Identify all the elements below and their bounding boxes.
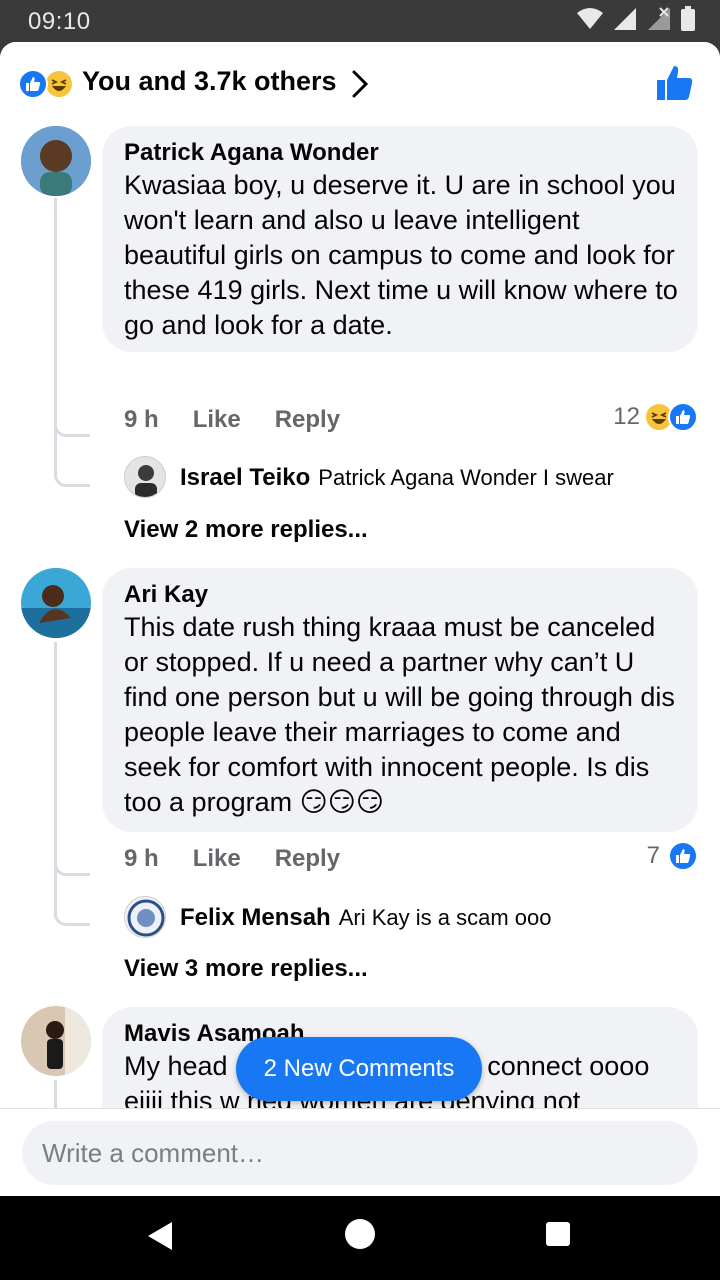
thread-branch	[54, 858, 90, 876]
battery-icon	[681, 6, 695, 31]
like-reaction-icon	[668, 402, 698, 432]
reaction-count: 7	[646, 842, 660, 869]
status-icons	[576, 6, 696, 32]
comment-reactions[interactable]: 7	[647, 841, 698, 871]
back-icon[interactable]	[146, 1220, 174, 1252]
reaction-icons	[18, 68, 78, 102]
comment-text: Kwasiaa boy, u deserve it. U are in scho…	[124, 170, 678, 340]
reply-author[interactable]: Israel Teiko	[180, 464, 310, 492]
comment-actions: 9 h Like Reply	[124, 406, 340, 434]
new-comments-button[interactable]: 2 New Comments	[236, 1037, 482, 1101]
like-button[interactable]: Like	[193, 406, 241, 434]
comment-text: This date rush thing kraaa must be cance…	[124, 612, 675, 817]
navigation-bar	[0, 1196, 720, 1280]
signal-no-data-icon	[648, 7, 670, 30]
reactions-header[interactable]: You and 3.7k others	[0, 42, 720, 126]
reaction-count: 12	[613, 403, 640, 430]
reply-button[interactable]: Reply	[275, 406, 340, 434]
comment-time: 9 h	[124, 845, 159, 872]
comments-sheet: You and 3.7k others Patrick Agana Wonder…	[0, 42, 720, 1196]
comment-reactions[interactable]: 12	[613, 402, 698, 432]
comments-feed[interactable]: Patrick Agana Wonder Kwasiaa boy, u dese…	[0, 126, 720, 1108]
comment-bubble[interactable]: Ari Kay This date rush thing kraaa must …	[102, 568, 698, 832]
haha-reaction-icon	[44, 69, 74, 99]
reply-text: Ari Kay is a scam ooo	[338, 905, 552, 930]
reply-button[interactable]: Reply	[275, 845, 340, 873]
chevron-right-icon[interactable]	[350, 68, 370, 100]
comment-input[interactable]	[22, 1121, 698, 1185]
thread-branch	[54, 469, 90, 487]
like-reaction-icon	[668, 841, 698, 871]
view-more-replies[interactable]: View 3 more replies...	[124, 955, 368, 983]
recents-icon[interactable]	[545, 1221, 571, 1247]
thread-branch	[54, 908, 90, 926]
reply-preview[interactable]: Felix Mensah Ari Kay is a scam ooo	[124, 904, 551, 932]
avatar[interactable]	[21, 568, 91, 638]
signal-icon	[614, 8, 636, 30]
comment-author[interactable]: Patrick Agana Wonder	[124, 138, 678, 168]
comment-actions: 9 h Like Reply	[124, 845, 340, 873]
thread-line	[54, 1080, 57, 1108]
thread-branch	[54, 419, 90, 437]
wifi-icon	[577, 8, 603, 29]
avatar[interactable]	[21, 126, 91, 196]
status-bar: 09:10	[0, 0, 720, 42]
home-icon[interactable]	[344, 1218, 376, 1250]
reaction-summary: You and 3.7k others	[82, 66, 337, 96]
status-time: 09:10	[28, 8, 91, 35]
reply-text: Patrick Agana Wonder I swear	[318, 465, 614, 490]
thread-line	[54, 642, 57, 917]
like-thumb-icon[interactable]	[656, 64, 694, 102]
reply-author[interactable]: Felix Mensah	[180, 904, 331, 932]
like-button[interactable]: Like	[193, 845, 241, 873]
thread-line	[54, 198, 57, 476]
avatar[interactable]	[21, 1006, 91, 1076]
reply-preview[interactable]: Israel Teiko Patrick Agana Wonder I swea…	[124, 464, 614, 492]
comment-author[interactable]: Ari Kay	[124, 580, 678, 610]
comment-bubble[interactable]: Patrick Agana Wonder Kwasiaa boy, u dese…	[102, 126, 698, 352]
comment-time: 9 h	[124, 406, 159, 433]
view-more-replies[interactable]: View 2 more replies...	[124, 516, 368, 544]
comment-composer	[0, 1108, 720, 1196]
like-reaction-icon	[18, 69, 48, 99]
